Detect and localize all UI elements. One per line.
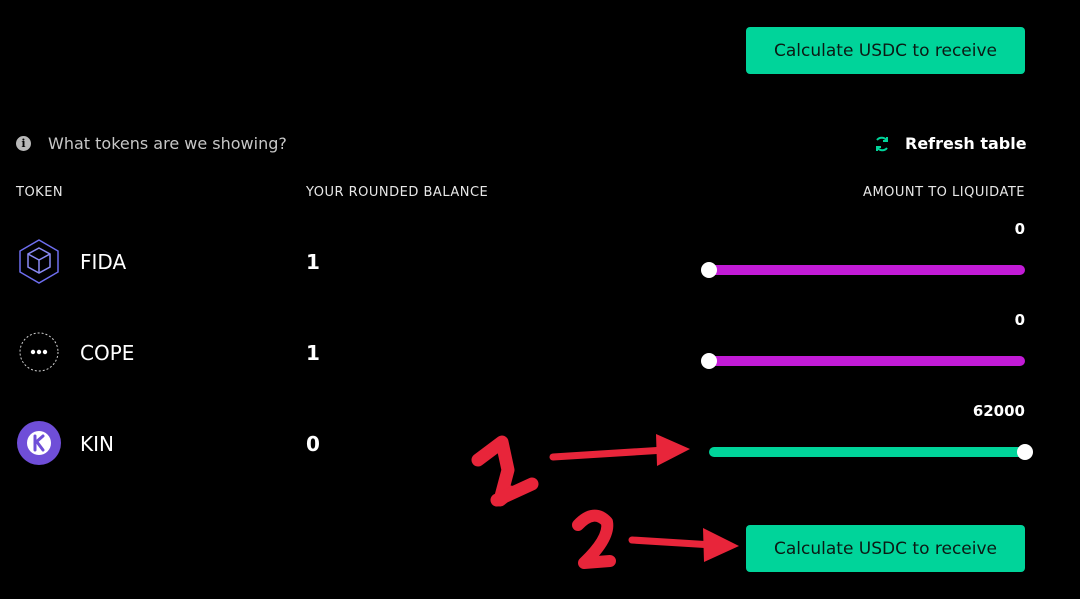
annotation-arrow-2 <box>628 528 739 562</box>
annotation-number-1 <box>471 435 539 507</box>
annotation-overlay <box>471 434 739 569</box>
annotation-number-2 <box>572 509 616 569</box>
liquidation-page: Calculate USDC to receive i What tokens … <box>0 0 1080 599</box>
annotation-arrow-1 <box>549 434 690 466</box>
